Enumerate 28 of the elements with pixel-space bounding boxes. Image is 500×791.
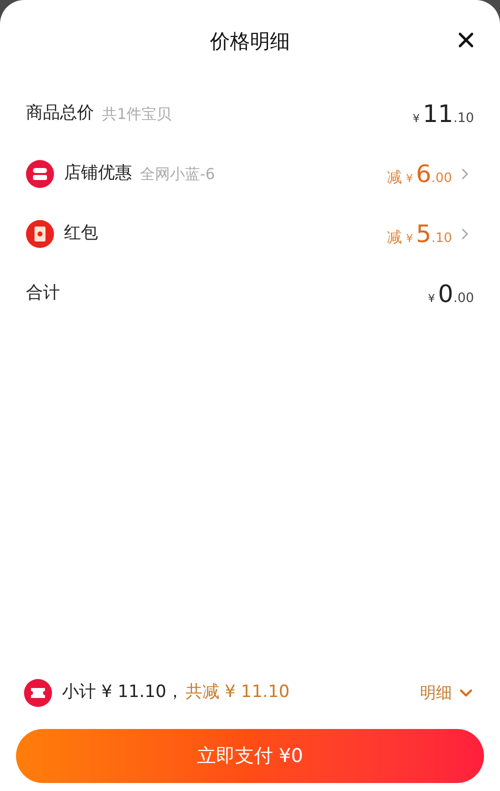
currency-sign: ¥	[428, 291, 436, 307]
discount-total: 共减 ¥ 11.10	[185, 681, 290, 704]
pay-button[interactable]: 立即支付 ¥0	[16, 729, 484, 783]
row-label: 店铺优惠	[64, 162, 132, 186]
row-label: 合计	[26, 282, 60, 306]
price-integer: 11	[422, 99, 454, 130]
sheet-title: 价格明细	[210, 28, 290, 55]
currency-sign: ¥	[406, 171, 414, 187]
price-cents: .00	[431, 170, 452, 188]
row-note: 全网小蓝-6	[140, 164, 215, 185]
price-integer: 5	[416, 219, 432, 250]
row-note: 共1件宝贝	[102, 104, 172, 125]
details-toggle[interactable]: 明细	[420, 681, 476, 705]
shop-icon	[26, 160, 54, 188]
price-cents: .10	[453, 110, 474, 128]
discount-label: 减	[387, 167, 402, 188]
price-integer: 0	[438, 279, 454, 310]
row-label: 红包	[64, 222, 98, 246]
envelope-icon	[26, 220, 54, 248]
subtotal-text: 小计 ¥ 11.10，	[62, 681, 184, 704]
price-cents: .00	[453, 290, 474, 308]
ticket-icon	[24, 679, 52, 707]
price-integer: 6	[416, 159, 432, 190]
currency-sign: ¥	[406, 231, 414, 247]
currency-sign: ¥	[412, 111, 420, 127]
row-label: 商品总价	[26, 102, 94, 126]
price-cents: .10	[431, 230, 452, 248]
discount-label: 减	[387, 227, 402, 248]
